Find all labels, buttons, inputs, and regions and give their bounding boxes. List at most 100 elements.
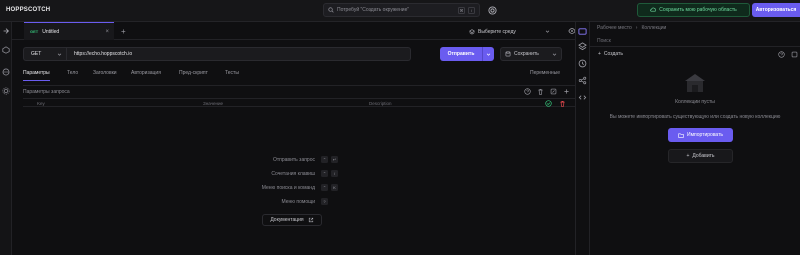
params-title: Параметры запроса [23,89,70,95]
col-key: Key [37,101,45,106]
collections-icon[interactable] [578,27,587,36]
folder-import-icon [678,133,684,138]
ctrl-key: ⌃ [321,184,328,191]
shortcut-label: Меню поиска и команд [261,184,315,191]
empty-collection-illustration [685,74,705,92]
divider [590,46,800,47]
send-options-icon[interactable] [482,47,494,61]
ctrl-key: ⌃ [321,156,328,163]
cloud-icon [650,7,657,12]
tab-body[interactable]: Тело [67,70,78,76]
trash-icon[interactable] [537,88,544,95]
layers-icon [469,28,475,34]
send-button[interactable]: Отправить [440,47,494,61]
enter-key: ↵ [331,156,338,163]
shortcut-help: Меню помощи ? [281,198,328,205]
close-icon[interactable]: × [105,29,109,35]
save-button[interactable]: Сохранить [500,47,562,61]
create-collection-button[interactable]: + Создать [598,51,623,57]
help-icon[interactable] [524,88,531,95]
tab-tests[interactable]: Тесты [225,70,239,76]
tab-authorization[interactable]: Авторизация [131,70,161,76]
empty-state-hint: Вы можете импортировать существующую или… [609,114,781,120]
plus-icon[interactable] [563,88,570,95]
save-label: Сохранить [514,51,539,57]
chevron-down-icon [552,53,557,56]
ctrl-key: ⌃ [321,170,328,177]
support-icon[interactable] [488,6,497,15]
empty-state-title: Коллекции пусты [675,99,715,105]
add-label: Добавить [692,153,715,159]
tab-title: Untitled [42,28,60,35]
settings-icon[interactable] [2,87,10,95]
top-bar: HOPPSCOTCH Потребуй "Создать окружение" … [0,0,800,22]
send-label: Отправить [447,51,475,57]
import-button[interactable]: Импортировать [668,128,733,142]
params-table-header: Key Значение Description [23,98,575,107]
breadcrumb-separator: › [635,25,638,31]
code-icon[interactable] [578,93,587,102]
col-value: Значение [203,101,223,106]
environment-select[interactable]: Выберите среду [465,25,550,38]
k-key: K [331,184,338,191]
shortcut-keyboard: Сочетания клавиш ⌃ / [271,170,338,177]
share-icon[interactable] [578,76,587,85]
add-tab-icon[interactable]: + [121,27,126,36]
environments-icon[interactable] [578,42,587,51]
login-button[interactable]: Авторизоваться [752,3,800,17]
chevron-down-icon [57,53,62,56]
breadcrumb: Рабочее место › Коллекции [597,25,666,31]
app-logo[interactable]: HOPPSCOTCH [6,7,50,13]
chevron-down-icon [545,30,550,33]
method-select[interactable]: GET [24,48,67,60]
save-icon [505,51,511,57]
tab-untitled[interactable]: GET Untitled × [24,22,114,40]
shortcut-label: Сочетания клавиш [271,170,315,177]
slash-key: / [331,170,338,177]
external-link-icon [308,217,313,223]
shortcut-send: Отправить запрос ⌃ ↵ [273,156,338,163]
shortcut-label: Отправить запрос [272,156,315,163]
environment-label: Выберите среду [478,28,516,35]
url-bar: GET https://echo.hoppscotch.io [23,47,411,61]
col-description: Description [369,101,392,106]
import-label: Импортировать [686,132,723,138]
shortcut-command-menu: Меню поиска и команд ⌃ K [262,184,338,191]
variables-tab[interactable]: Переменные [530,70,560,76]
create-label: Создать [603,51,623,57]
search-icon [328,7,334,13]
plus-icon: + [686,153,690,159]
save-workspace-button[interactable]: Сохранить мою рабочую область [637,3,750,17]
search-key: / [468,6,475,14]
request-section-tabs: Параметры Тело Заголовки Авторизация Пре… [23,70,575,82]
params-header: Параметры запроса [23,85,575,97]
save-workspace-label: Сохранить мою рабочую область [659,7,737,13]
edit-icon[interactable] [550,88,557,95]
plus-icon: + [598,51,601,57]
delete-icon[interactable] [559,100,566,107]
url-input[interactable]: https://echo.hoppscotch.io [67,51,132,57]
request-tabs-bar: GET Untitled × + Выберите среду [12,22,576,40]
graphql-icon[interactable] [2,46,10,54]
check-circle-icon[interactable] [545,100,552,107]
help-icon[interactable] [778,51,785,58]
globe-icon[interactable] [2,68,10,76]
shortcut-label: Меню помощи [281,198,315,205]
ctrl-key: ⌘ [458,6,465,14]
tab-params[interactable]: Параметры [23,70,50,81]
left-rail [0,22,12,255]
add-collection-button[interactable]: + Добавить [668,149,733,163]
search-placeholder: Потребуй "Создать окружение" [337,7,410,13]
question-key: ? [321,198,328,205]
search-bar[interactable]: Потребуй "Создать окружение" ⌘ / [323,3,480,17]
collections-search[interactable]: Поиск [597,38,611,44]
collections-panel: Рабочее место › Коллекции Поиск + Создат… [590,22,800,255]
import-icon[interactable] [791,51,798,58]
tab-headers[interactable]: Заголовки [93,70,117,76]
breadcrumb-workspace[interactable]: Рабочее место [597,25,632,31]
history-icon[interactable] [578,59,587,68]
rest-icon[interactable] [2,27,10,35]
tab-pre-request-script[interactable]: Пред-скрипт [179,70,208,76]
documentation-button[interactable]: Документация [262,214,322,226]
tab-method: GET [30,29,39,34]
